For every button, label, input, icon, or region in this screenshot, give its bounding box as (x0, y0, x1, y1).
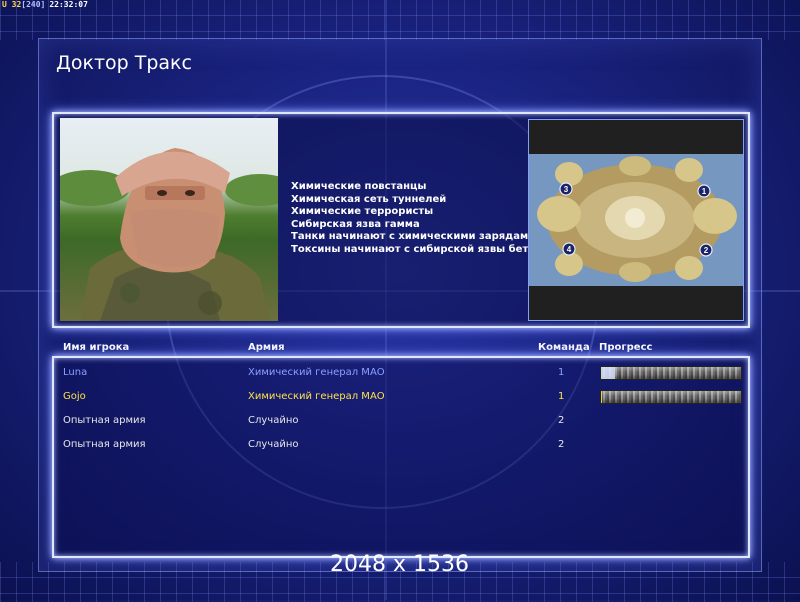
debug-hud: U 32[240] 22:32:07 (2, 0, 88, 10)
player-name[interactable]: Опытная армия (63, 415, 146, 426)
general-description: Химические повстанцы Химическая сеть тун… (291, 181, 535, 257)
player-name[interactable]: Gojo (63, 391, 86, 402)
player-team[interactable]: 1 (558, 367, 564, 378)
player-army[interactable]: Химический генерал МАО (248, 391, 385, 402)
header-army: Армия (248, 342, 285, 353)
description-line: Танки начинают с химическими зарядами (291, 231, 536, 243)
map-terrain-art: 3 1 4 2 (529, 154, 743, 286)
player-progress-bar (600, 366, 742, 380)
hud-time: 22:32:07 (49, 0, 88, 9)
player-army[interactable]: Химический генерал МАО (248, 367, 385, 378)
hud-prefix: U 32 (2, 0, 22, 9)
player-army[interactable]: Случайно (248, 439, 298, 450)
progress-fill (601, 391, 603, 403)
description-line: Химическая сеть туннелей (291, 193, 447, 205)
page-title: Доктор Тракс (56, 52, 192, 74)
description-line: Химические террористы (291, 206, 434, 218)
map-terrain: 3 1 4 2 (529, 154, 743, 286)
description-line: Сибирская язва гамма (291, 218, 420, 230)
description-line: Токсины начинают с сибирской язвы бета (291, 243, 535, 255)
resolution-watermark: 2048 x 1536 (330, 552, 469, 577)
general-portrait (60, 118, 278, 321)
player-progress-bar (600, 390, 742, 404)
player-team[interactable]: 1 (558, 391, 564, 402)
spawn-label: 4 (567, 245, 572, 254)
player-army[interactable]: Случайно (248, 415, 298, 426)
top-grid-strip (0, 0, 800, 40)
header-team: Команда (538, 342, 590, 353)
hud-ping: [240] (21, 0, 46, 9)
spawn-label: 2 (704, 246, 709, 255)
spawn-label: 1 (702, 187, 707, 196)
map-preview[interactable]: 3 1 4 2 (528, 119, 744, 321)
header-progress: Прогресс (599, 342, 653, 353)
player-list-panel (52, 356, 750, 558)
player-team[interactable]: 2 (558, 415, 564, 426)
player-name[interactable]: Luna (63, 367, 87, 378)
header-player-name: Имя игрока (63, 342, 130, 353)
general-portrait-art (60, 148, 278, 321)
player-name[interactable]: Опытная армия (63, 439, 146, 450)
player-team[interactable]: 2 (558, 439, 564, 450)
spawn-label: 3 (564, 185, 569, 194)
description-line: Химические повстанцы (291, 181, 427, 192)
progress-fill (601, 367, 615, 379)
